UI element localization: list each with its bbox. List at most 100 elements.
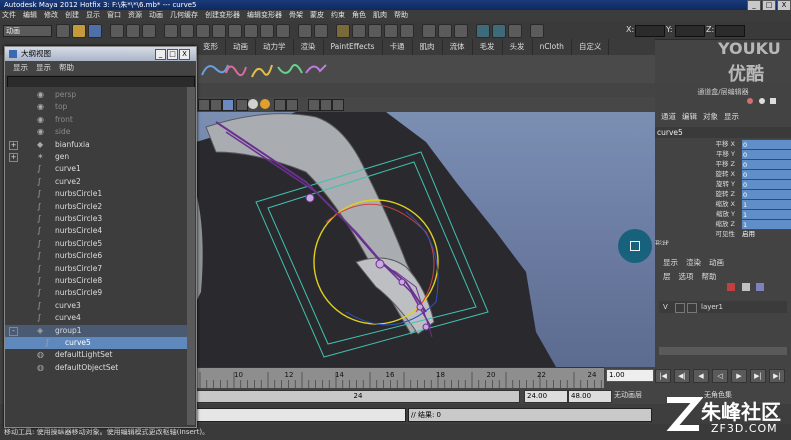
- snap-grid-icon[interactable]: [336, 24, 350, 38]
- layer-tab-2[interactable]: 动画: [709, 257, 724, 269]
- layer-color-icon[interactable]: [747, 98, 753, 104]
- menu-16[interactable]: 帮助: [394, 10, 408, 21]
- menu-9[interactable]: 创建变形器: [205, 10, 240, 21]
- outliner-item[interactable]: ◉ front: [5, 114, 187, 126]
- outliner-titlebar[interactable]: 大纲视图 _ □ X: [5, 47, 196, 61]
- sphere-icon[interactable]: [758, 98, 765, 104]
- command-input[interactable]: [196, 408, 406, 422]
- outliner-maximize-button[interactable]: □: [167, 49, 178, 60]
- channel-box-tab-1[interactable]: 编辑: [682, 111, 697, 123]
- grid-toggle-icon[interactable]: [320, 99, 332, 111]
- go-to-end-icon[interactable]: ▶|: [769, 369, 785, 383]
- shelf-tab-3[interactable]: 渲染: [294, 39, 324, 55]
- play-back-icon[interactable]: ◁: [712, 369, 728, 383]
- outliner-menu-1[interactable]: 显示: [36, 61, 51, 75]
- select-by-dynamics-icon[interactable]: [244, 24, 258, 38]
- outliner-item[interactable]: ◉ top: [5, 101, 187, 113]
- menu-8[interactable]: 几何缓存: [170, 10, 198, 21]
- menu-5[interactable]: 窗口: [107, 10, 121, 21]
- attr-row[interactable]: 旋转 Y0: [655, 179, 791, 190]
- output-ops-icon[interactable]: [438, 24, 452, 38]
- outliner-item[interactable]: ∫ nurbsCircle6: [5, 250, 187, 262]
- attr-row[interactable]: 可见性 启用: [655, 229, 791, 239]
- layer-visibility-toggle[interactable]: V: [663, 301, 668, 313]
- outliner-close-button[interactable]: X: [179, 49, 190, 60]
- menu-13[interactable]: 约束: [331, 10, 345, 21]
- outliner-item[interactable]: ◉ persp: [5, 89, 187, 101]
- expand-toggle[interactable]: -: [9, 326, 18, 336]
- input-ops-icon[interactable]: [422, 24, 436, 38]
- layer-template-toggle[interactable]: [675, 303, 685, 313]
- outliner-item[interactable]: ∫ curve1: [5, 163, 187, 175]
- shelf-tab-4[interactable]: PaintEffects: [324, 39, 383, 55]
- menu-3[interactable]: 创建: [65, 10, 79, 21]
- open-scene-icon[interactable]: [72, 24, 86, 38]
- textured-icon[interactable]: [236, 99, 248, 111]
- menu-set-dropdown[interactable]: 动画: [3, 25, 52, 37]
- menu-7[interactable]: 动画: [149, 10, 163, 21]
- x-field[interactable]: [635, 25, 665, 37]
- layer-row[interactable]: V layer1: [659, 301, 787, 313]
- ipr-render-icon[interactable]: [492, 24, 506, 38]
- viewport-3d[interactable]: [196, 112, 655, 367]
- layer-options-icon[interactable]: [756, 283, 765, 291]
- outliner-item[interactable]: ∫ curve3: [5, 300, 187, 312]
- attr-row[interactable]: 旋转 Z0: [655, 189, 791, 200]
- outliner-item[interactable]: + ✶ gen: [5, 151, 187, 163]
- layer-tab-0[interactable]: 显示: [663, 257, 678, 269]
- menu-4[interactable]: 显示: [86, 10, 100, 21]
- select-object-icon[interactable]: [126, 24, 140, 38]
- go-to-start-icon[interactable]: |◀: [655, 369, 671, 383]
- menu-15[interactable]: 肌肉: [373, 10, 387, 21]
- outliner-item[interactable]: ∫ nurbsCircle8: [5, 275, 187, 287]
- step-back-key-icon[interactable]: ◀|: [674, 369, 690, 383]
- select-by-deform-icon[interactable]: [228, 24, 242, 38]
- shelf-tab-9[interactable]: 头发: [503, 39, 533, 55]
- shelf-tab-5[interactable]: 卡通: [383, 39, 413, 55]
- layer-tab-1[interactable]: 渲染: [686, 257, 701, 269]
- select-by-surface-icon[interactable]: [212, 24, 226, 38]
- attr-row[interactable]: 平移 X0: [655, 139, 791, 150]
- anim-layer-dropdown[interactable]: 无动画层: [614, 390, 642, 400]
- expand-toggle[interactable]: +: [9, 153, 18, 162]
- save-scene-icon[interactable]: [88, 24, 102, 38]
- select-by-handle-icon[interactable]: [164, 24, 178, 38]
- attr-row[interactable]: 缩放 Z1: [655, 219, 791, 230]
- expand-toggle[interactable]: +: [9, 140, 18, 150]
- resolution-gate-icon[interactable]: [332, 99, 344, 111]
- shelf-tab-2[interactable]: 动力学: [256, 39, 294, 55]
- new-layer-icon[interactable]: [727, 283, 735, 291]
- shelf-tab-0[interactable]: 变形: [196, 39, 226, 55]
- step-back-icon[interactable]: ◀: [693, 369, 709, 383]
- attr-value[interactable]: 启用: [741, 229, 790, 238]
- layer-menu-0[interactable]: 层: [663, 271, 671, 283]
- shadows-icon[interactable]: [260, 99, 270, 109]
- shelf-tab-1[interactable]: 动画: [226, 39, 256, 55]
- outliner-item[interactable]: ∫ nurbsCircle9: [5, 287, 187, 299]
- shelf-tab-10[interactable]: nCloth: [533, 39, 572, 55]
- current-time-field[interactable]: 1.00: [606, 369, 654, 382]
- shelf-tab-7[interactable]: 流体: [443, 39, 473, 55]
- layer-menu-1[interactable]: 选项: [679, 271, 694, 283]
- range-max-field[interactable]: 48.00: [568, 390, 612, 403]
- outliner-menu-0[interactable]: 显示: [13, 61, 28, 75]
- snap-point-icon[interactable]: [368, 24, 382, 38]
- outliner-item[interactable]: ∫ nurbsCircle3: [5, 213, 187, 225]
- range-end-field[interactable]: 24.00: [524, 390, 568, 403]
- construction-history-icon[interactable]: [454, 24, 468, 38]
- time-slider[interactable]: 10 12 14 16 18 20 22 24: [196, 367, 604, 388]
- attr-row[interactable]: 缩放 Y1: [655, 209, 791, 220]
- outliner-item[interactable]: ◉ side: [5, 126, 187, 138]
- snap-curve-icon[interactable]: [352, 24, 366, 38]
- menu-0[interactable]: 文件: [2, 10, 16, 21]
- input-field-mode-icon[interactable]: [530, 24, 544, 38]
- select-hierarchy-icon[interactable]: [110, 24, 124, 38]
- layer-scrollbar[interactable]: [659, 347, 787, 355]
- new-layer-selected-icon[interactable]: [741, 283, 750, 291]
- outliner-scrollbar[interactable]: [187, 87, 195, 425]
- outliner-item[interactable]: ∫ curve4: [5, 312, 187, 324]
- menu-6[interactable]: 资源: [128, 10, 142, 21]
- outliner-minimize-button[interactable]: _: [155, 49, 166, 60]
- render-settings-icon[interactable]: [508, 24, 522, 38]
- select-component-icon[interactable]: [142, 24, 156, 38]
